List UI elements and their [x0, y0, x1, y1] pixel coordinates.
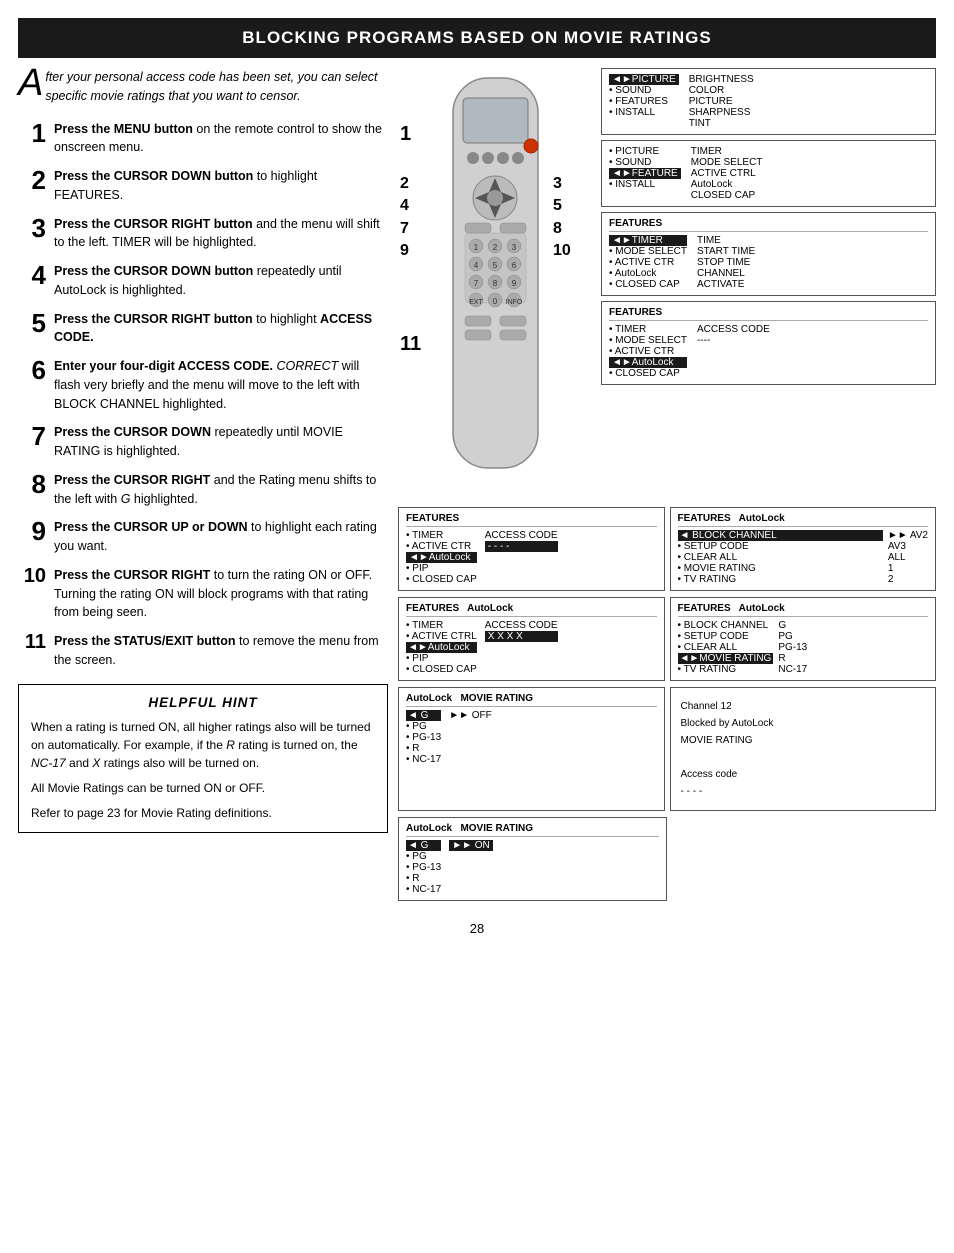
- svg-text:1: 1: [474, 243, 479, 252]
- step-number-1: 1: [18, 120, 46, 146]
- menu-screen-rating-on: AutoLock MOVIE RATING ◄ G • PG • PG-13 •…: [398, 817, 667, 901]
- step-11: 11 Press the STATUS/EXIT button to remov…: [18, 632, 388, 670]
- step-6: 6 Enter your four-digit ACCESS CODE. COR…: [18, 357, 388, 413]
- menu-screen-3: FEATURES ◄►TIMER • MODE SELECT • ACTIVE …: [601, 212, 936, 296]
- header-title: Blocking Programs based on Movie Ratings: [242, 28, 711, 47]
- step-number-10: 10: [18, 566, 46, 586]
- channel-blocked-screen: Channel 12 Blocked by AutoLock MOVIE RAT…: [670, 687, 937, 811]
- menu-screen-5: FEATURES • TIMER • ACTIVE CTR ◄►AutoLock…: [398, 507, 665, 591]
- menu-screen-7: FEATURES AutoLock • BLOCK CHANNEL • SETU…: [670, 597, 937, 681]
- step-8: 8 Press the CURSOR RIGHT and the Rating …: [18, 471, 388, 509]
- menu-screen-6b: FEATURES AutoLock • TIMER • ACTIVE CTRL …: [398, 597, 665, 681]
- remote-illustration: 1 2 3 4 5 6 7 8: [398, 68, 593, 501]
- right-column: 1 2 3 4 5 6 7 8: [398, 68, 936, 901]
- svg-text:EXT: EXT: [469, 299, 483, 306]
- remote-svg: 1 2 3 4 5 6 7 8: [398, 68, 593, 498]
- hint-para-2: All Movie Ratings can be turned ON or OF…: [31, 779, 375, 797]
- menu-screen-rating-off: AutoLock MOVIE RATING ◄ G • PG • PG-13 •…: [398, 687, 665, 811]
- svg-text:8: 8: [493, 279, 498, 288]
- step-5: 5 Press the CURSOR RIGHT button to highl…: [18, 310, 388, 348]
- remote-step-2: 2479: [400, 173, 409, 263]
- hint-para-3: Refer to page 23 for Movie Rating defini…: [31, 804, 375, 822]
- left-column: A fter your personal access code has bee…: [18, 68, 388, 901]
- step-number-9: 9: [18, 518, 46, 544]
- step-text-7: Press the CURSOR DOWN repeatedly until M…: [54, 423, 388, 461]
- hint-para-1: When a rating is turned ON, all higher r…: [31, 718, 375, 772]
- page-wrapper: Blocking Programs based on Movie Ratings…: [0, 18, 954, 950]
- svg-text:7: 7: [474, 279, 479, 288]
- step-text-9: Press the CURSOR UP or DOWN to highlight…: [54, 518, 388, 556]
- intro-body: fter your personal access code has been …: [45, 70, 377, 103]
- step-number-2: 2: [18, 167, 46, 193]
- step-text-5: Press the CURSOR RIGHT button to highlig…: [54, 310, 388, 348]
- svg-text:9: 9: [512, 279, 517, 288]
- helpful-hint-title: Helpful Hint: [31, 695, 375, 710]
- step-number-5: 5: [18, 310, 46, 336]
- svg-text:INFO: INFO: [506, 299, 523, 306]
- step-text-10: Press the CURSOR RIGHT to turn the ratin…: [54, 566, 388, 622]
- step-text-11: Press the STATUS/EXIT button to remove t…: [54, 632, 388, 670]
- step-3: 3 Press the CURSOR RIGHT button and the …: [18, 215, 388, 253]
- step-7: 7 Press the CURSOR DOWN repeatedly until…: [18, 423, 388, 461]
- step-10: 10 Press the CURSOR RIGHT to turn the ra…: [18, 566, 388, 622]
- remote-step-1: 1: [400, 123, 411, 146]
- menu-screen-2: • PICTURE • SOUND ◄►FEATURE • INSTALL TI…: [601, 140, 936, 207]
- page-number: 28: [0, 911, 954, 950]
- menu-screen-4: FEATURES • TIMER • MODE SELECT • ACTIVE …: [601, 301, 936, 385]
- step-text-1: Press the MENU button on the remote cont…: [54, 120, 388, 158]
- step-text-3: Press the CURSOR RIGHT button and the me…: [54, 215, 388, 253]
- step-number-6: 6: [18, 357, 46, 383]
- step-2: 2 Press the CURSOR DOWN button to highli…: [18, 167, 388, 205]
- step-number-7: 7: [18, 423, 46, 449]
- helpful-hint-box: Helpful Hint When a rating is turned ON,…: [18, 684, 388, 833]
- svg-text:0: 0: [493, 297, 498, 306]
- step-1: 1 Press the MENU button on the remote co…: [18, 120, 388, 158]
- svg-text:3: 3: [512, 243, 517, 252]
- step-9: 9 Press the CURSOR UP or DOWN to highlig…: [18, 518, 388, 556]
- steps-list: 1 Press the MENU button on the remote co…: [18, 120, 388, 670]
- remote-step-11: 11: [400, 333, 421, 356]
- remote-step-3: 35810: [553, 173, 571, 263]
- step-text-8: Press the CURSOR RIGHT and the Rating me…: [54, 471, 388, 509]
- svg-text:2: 2: [493, 243, 498, 252]
- step-4: 4 Press the CURSOR DOWN button repeatedl…: [18, 262, 388, 300]
- page-header: Blocking Programs based on Movie Ratings: [18, 18, 936, 58]
- step-number-3: 3: [18, 215, 46, 241]
- intro-text: A fter your personal access code has bee…: [18, 68, 388, 106]
- step-text-6: Enter your four-digit ACCESS CODE. CORRE…: [54, 357, 388, 413]
- step-number-4: 4: [18, 262, 46, 288]
- step-number-8: 8: [18, 471, 46, 497]
- menu-screen-6: FEATURES AutoLock ◄ BLOCK CHANNEL • SETU…: [670, 507, 937, 591]
- drop-cap: A: [18, 68, 43, 98]
- svg-text:4: 4: [474, 261, 479, 270]
- svg-text:5: 5: [493, 261, 498, 270]
- step-text-4: Press the CURSOR DOWN button repeatedly …: [54, 262, 388, 300]
- step-number-11: 11: [18, 632, 46, 652]
- menu-screen-1: ◄►PICTURE • SOUND • FEATURES • INSTALL B…: [601, 68, 936, 135]
- step-text-2: Press the CURSOR DOWN button to highligh…: [54, 167, 388, 205]
- svg-text:6: 6: [512, 261, 517, 270]
